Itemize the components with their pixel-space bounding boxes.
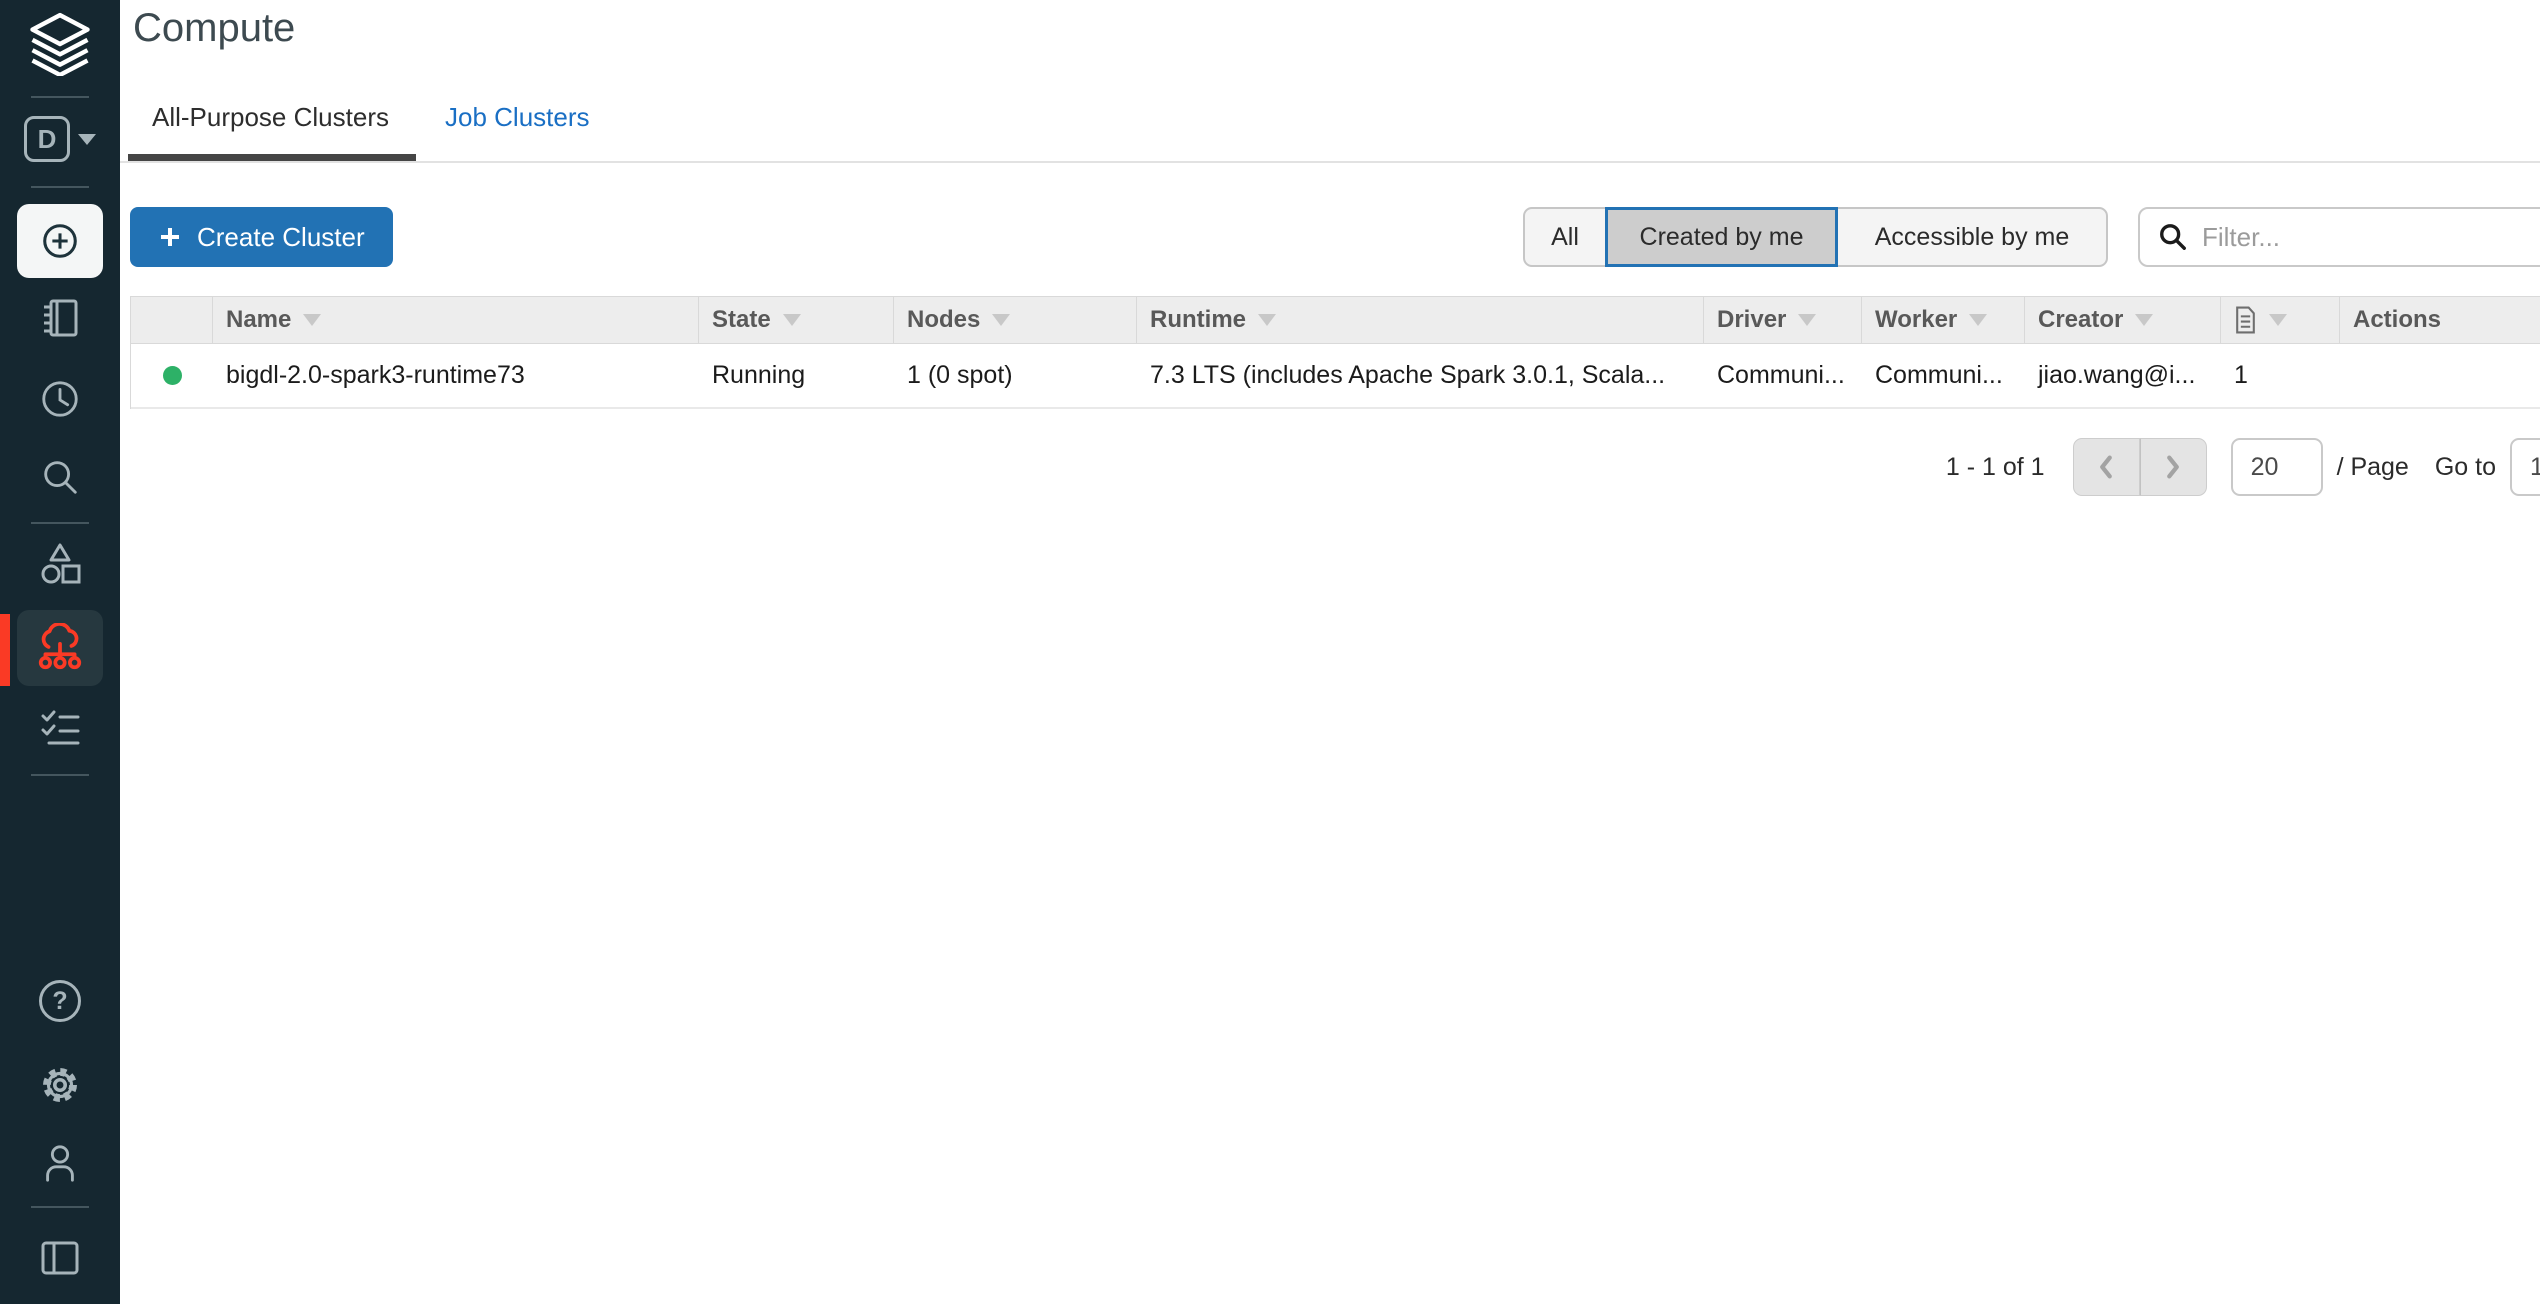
cluster-status-cell <box>131 366 213 385</box>
sidebar-item-search[interactable] <box>39 456 81 498</box>
header-worker[interactable]: Worker <box>1862 297 2025 343</box>
cluster-nodes-cell: 1 (0 spot) <box>894 361 1137 390</box>
chevron-right-icon <box>2162 452 2184 482</box>
main-content: Compute All-Purpose Clusters Job Cluster… <box>120 0 2540 1304</box>
table-row[interactable]: bigdl-2.0-spark3-runtime73 Running 1 (0 … <box>131 344 2540 409</box>
sidebar-collapse-toggle[interactable] <box>39 1238 81 1278</box>
cluster-creator-cell: jiao.wang@i... <box>2025 361 2221 390</box>
next-page-button[interactable] <box>2140 438 2207 496</box>
notebook-icon <box>38 296 82 340</box>
sidebar-item-compute[interactable] <box>17 610 103 686</box>
running-status-dot <box>163 366 182 385</box>
header-status <box>131 297 213 343</box>
page-size-input[interactable] <box>2231 438 2323 496</box>
plus-icon <box>158 225 182 249</box>
sort-caret-icon[interactable] <box>1798 314 1816 326</box>
header-creator[interactable]: Creator <box>2025 297 2221 343</box>
header-driver[interactable]: Driver <box>1704 297 1862 343</box>
chevron-down-icon <box>78 134 96 145</box>
plus-circle-icon <box>39 220 81 262</box>
prev-page-button[interactable] <box>2073 438 2140 496</box>
sidebar-divider <box>31 186 89 188</box>
clusters-table: Name State Nodes Runtime Driver Worker <box>130 296 2540 409</box>
sort-caret-icon[interactable] <box>2135 314 2153 326</box>
ownership-filter-group: All Created by me Accessible by me <box>1523 207 2108 267</box>
help-glyph: ? <box>52 987 67 1016</box>
cluster-driver-cell: Communi... <box>1704 361 1862 390</box>
tab-job-clusters[interactable]: Job Clusters <box>445 102 590 133</box>
cluster-worker-cell: Communi... <box>1862 361 2025 390</box>
page-title: Compute <box>133 6 295 51</box>
per-page-label: / Page <box>2337 453 2409 482</box>
sidebar-divider <box>31 1206 89 1208</box>
cluster-notebooks-cell: 1 <box>2221 361 2340 390</box>
pagination-range: 1 - 1 of 1 <box>1946 453 2045 482</box>
tab-all-purpose-clusters[interactable]: All-Purpose Clusters <box>152 102 389 133</box>
header-runtime[interactable]: Runtime <box>1137 297 1704 343</box>
goto-label: Go to <box>2435 453 2496 482</box>
help-icon: ? <box>39 980 81 1022</box>
sort-caret-icon[interactable] <box>1258 314 1276 326</box>
header-actions: Actions <box>2340 297 2540 343</box>
compute-cluster-icon <box>35 623 85 673</box>
sidebar-divider <box>31 774 89 776</box>
pagination-nav-group <box>2073 438 2207 496</box>
document-icon <box>2234 306 2257 334</box>
sidebar-item-help[interactable]: ? <box>39 980 81 1022</box>
sidebar-divider <box>31 522 89 524</box>
gear-icon <box>37 1062 83 1108</box>
sidebar-divider <box>31 96 89 98</box>
workspace-d-icon: D <box>24 116 70 162</box>
search-icon <box>2158 222 2188 252</box>
sidebar: D <box>0 0 120 1304</box>
panel-toggle-icon <box>39 1238 81 1278</box>
sidebar-item-jobs[interactable] <box>37 708 83 750</box>
sidebar-item-workspace[interactable] <box>38 296 82 340</box>
sidebar-item-create[interactable] <box>17 204 103 278</box>
search-icon <box>39 456 81 498</box>
cluster-runtime-cell: 7.3 LTS (includes Apache Spark 3.0.1, Sc… <box>1137 361 1704 390</box>
active-indicator-bar <box>0 614 10 686</box>
clock-icon <box>39 378 81 420</box>
pagination-bar: 1 - 1 of 1 / Page Go to <box>120 437 2540 497</box>
header-state[interactable]: State <box>699 297 894 343</box>
sort-caret-icon[interactable] <box>2269 314 2287 326</box>
person-icon <box>39 1142 81 1184</box>
chevron-left-icon <box>2095 452 2117 482</box>
create-cluster-label: Create Cluster <box>197 222 365 253</box>
sort-caret-icon[interactable] <box>783 314 801 326</box>
filter-all-button[interactable]: All <box>1523 207 1607 267</box>
sidebar-item-settings[interactable] <box>37 1062 83 1108</box>
filter-search-box <box>2138 207 2540 267</box>
workspace-switcher[interactable]: D <box>24 116 96 162</box>
table-header-row: Name State Nodes Runtime Driver Worker <box>131 296 2540 344</box>
sidebar-item-account[interactable] <box>39 1142 81 1184</box>
cluster-name-cell[interactable]: bigdl-2.0-spark3-runtime73 <box>213 361 699 390</box>
sort-caret-icon[interactable] <box>1969 314 1987 326</box>
data-shapes-icon <box>38 542 82 588</box>
checklist-icon <box>37 708 83 750</box>
sidebar-item-data[interactable] <box>38 542 82 588</box>
sort-caret-icon[interactable] <box>992 314 1010 326</box>
header-nodes[interactable]: Nodes <box>894 297 1137 343</box>
header-name[interactable]: Name <box>213 297 699 343</box>
sort-caret-icon[interactable] <box>303 314 321 326</box>
filter-accessible-by-me-button[interactable]: Accessible by me <box>1836 207 2108 267</box>
filter-created-by-me-button[interactable]: Created by me <box>1605 207 1838 267</box>
tabs-divider <box>120 161 2540 163</box>
filter-input[interactable] <box>2202 222 2540 253</box>
cluster-state-cell: Running <box>699 361 894 390</box>
sidebar-item-recents[interactable] <box>39 378 81 420</box>
create-cluster-button[interactable]: Create Cluster <box>130 207 393 267</box>
header-notebooks[interactable] <box>2221 297 2340 343</box>
workspace-letter: D <box>38 124 57 155</box>
goto-page-input[interactable] <box>2510 438 2540 496</box>
databricks-logo-icon[interactable] <box>27 12 93 76</box>
